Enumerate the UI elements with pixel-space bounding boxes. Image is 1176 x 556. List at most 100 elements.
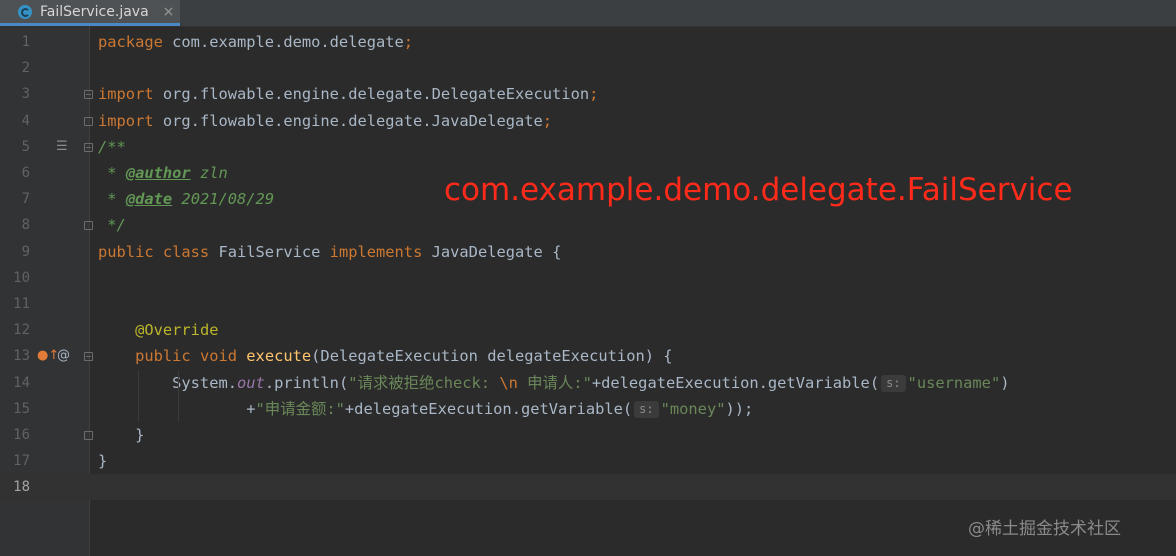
line-code: * @date 2021/08/29 bbox=[98, 186, 274, 212]
code-token: ; bbox=[403, 33, 414, 51]
code-token: public void bbox=[135, 347, 247, 366]
line-code: @Override bbox=[98, 317, 218, 343]
code-token: * bbox=[98, 190, 126, 209]
code-token: */ bbox=[98, 216, 126, 235]
code-line[interactable]: 10 bbox=[0, 265, 1176, 291]
fold-marker-icon[interactable] bbox=[84, 116, 93, 126]
code-token: import bbox=[98, 111, 163, 130]
fold-marker-icon[interactable] bbox=[84, 142, 93, 152]
code-token: implements bbox=[329, 242, 432, 261]
java-class-icon bbox=[18, 4, 32, 19]
code-token: \n bbox=[499, 373, 518, 392]
code-token: ; bbox=[589, 85, 599, 104]
code-line[interactable]: 14 System.out.println("请求被拒绝check: \n 申请… bbox=[0, 370, 1176, 396]
line-code: } bbox=[98, 422, 144, 448]
code-token: import bbox=[98, 85, 163, 104]
line-number[interactable]: 4 bbox=[0, 108, 30, 134]
code-token: System. bbox=[98, 373, 237, 392]
line-code: /** bbox=[98, 134, 126, 160]
line-number[interactable]: 17 bbox=[0, 448, 30, 474]
code-token: out bbox=[237, 373, 265, 392]
code-line[interactable]: 17} bbox=[0, 448, 1176, 474]
code-token: /** bbox=[98, 137, 126, 156]
line-number[interactable]: 3 bbox=[0, 81, 30, 107]
code-token: org.flowable.engine.delegate.JavaDelegat… bbox=[162, 111, 543, 130]
line-number[interactable]: 15 bbox=[0, 396, 30, 422]
line-number[interactable]: 2 bbox=[0, 55, 30, 81]
code-line[interactable]: 15 +"申请金额:"+delegateExecution.getVariabl… bbox=[0, 396, 1176, 422]
code-line[interactable]: 9 public class FailService implements Jav… bbox=[0, 239, 1176, 265]
close-icon[interactable]: × bbox=[163, 4, 175, 20]
line-code: import org.flowable.engine.delegate.Java… bbox=[98, 108, 552, 134]
tab-label: FailService.java bbox=[40, 3, 149, 20]
line-code: */ bbox=[98, 212, 126, 238]
code-line[interactable]: 13 public void execute(DelegateExecution… bbox=[0, 343, 1176, 369]
code-token: )); bbox=[725, 399, 754, 418]
line-number[interactable]: 14 bbox=[0, 370, 30, 396]
override-annotation-icon[interactable]: @ bbox=[57, 343, 70, 369]
fold-marker-icon[interactable] bbox=[84, 90, 93, 100]
parameter-hint: s: bbox=[881, 374, 906, 392]
line-code: } bbox=[98, 448, 107, 474]
line-code: System.out.println("请求被拒绝check: \n 申请人:"… bbox=[98, 370, 1010, 396]
line-number[interactable]: 12 bbox=[0, 317, 30, 343]
line-number[interactable]: 10 bbox=[0, 265, 30, 291]
line-number[interactable]: 13 bbox=[0, 343, 30, 369]
line-number[interactable]: 8 bbox=[0, 212, 30, 238]
code-token: + bbox=[98, 399, 256, 418]
line-number[interactable]: 1 bbox=[0, 29, 30, 55]
line-number[interactable]: 6 bbox=[0, 160, 30, 186]
line-code: * @author zln bbox=[98, 160, 228, 186]
code-token: "请求被拒绝check: bbox=[348, 373, 500, 392]
parameter-hint: s: bbox=[634, 400, 659, 418]
code-token: "username" bbox=[907, 373, 1001, 392]
indent-guide bbox=[138, 369, 139, 422]
code-line[interactable]: 3 import org.flowable.engine.delegate.Del… bbox=[0, 81, 1176, 107]
code-line[interactable]: 1 package com.example.demo.delegate; bbox=[0, 29, 1176, 55]
overlay-annotation: com.example.demo.delegate.FailService bbox=[444, 172, 1073, 208]
line-number[interactable]: 11 bbox=[0, 291, 30, 317]
code-token: ; bbox=[542, 111, 553, 130]
code-token: "申请金额:" bbox=[255, 399, 345, 418]
code-token: } bbox=[98, 452, 108, 471]
code-token: +delegateExecution.getVariable( bbox=[591, 373, 880, 392]
line-code: +"申请金额:"+delegateExecution.getVariable(s… bbox=[98, 396, 753, 422]
code-token: @Override bbox=[135, 321, 219, 340]
code-line[interactable]: 2 bbox=[0, 55, 1176, 81]
code-token: @date bbox=[125, 190, 173, 209]
code-token: 2021/08/29 bbox=[172, 190, 275, 209]
fold-marker-icon[interactable] bbox=[84, 352, 93, 362]
code-token: (DelegateExecution delegateExecution) { bbox=[311, 347, 673, 366]
code-line[interactable]: 16 } bbox=[0, 422, 1176, 448]
line-number[interactable]: 9 bbox=[0, 239, 30, 265]
code-line[interactable]: 4 import org.flowable.engine.delegate.Jav… bbox=[0, 108, 1176, 134]
code-token: +delegateExecution.getVariable( bbox=[344, 399, 633, 418]
watermark: @稀土掘金技术社区 bbox=[968, 519, 1121, 539]
code-line[interactable]: 11 bbox=[0, 291, 1176, 317]
code-token: execute bbox=[246, 347, 312, 366]
fold-marker-icon[interactable] bbox=[84, 431, 93, 440]
javadoc-icon[interactable]: ☰ bbox=[56, 134, 68, 160]
line-number[interactable]: 16 bbox=[0, 422, 30, 448]
code-line[interactable]: 5 /** bbox=[0, 134, 1176, 160]
fold-marker-icon[interactable] bbox=[84, 221, 93, 231]
code-token: } bbox=[98, 426, 145, 444]
line-code: public class FailService implements Java… bbox=[98, 239, 561, 265]
implements-method-icon[interactable]: ●↑ bbox=[37, 343, 59, 369]
line-number[interactable]: 5 bbox=[0, 134, 30, 160]
code-line[interactable]: 8 */ bbox=[0, 212, 1176, 238]
line-code: import org.flowable.engine.delegate.Dele… bbox=[98, 81, 598, 107]
line-number[interactable]: 7 bbox=[0, 186, 30, 212]
code-line[interactable]: 18 bbox=[0, 474, 1176, 501]
code-token: com.example.demo.delegate bbox=[172, 33, 404, 51]
code-line[interactable]: 12 @Override bbox=[0, 317, 1176, 343]
code-token: FailService bbox=[218, 242, 330, 261]
code-token: org.flowable.engine.delegate.DelegateExe… bbox=[162, 85, 590, 104]
indent-guide bbox=[178, 369, 179, 422]
line-number[interactable]: 18 bbox=[0, 474, 30, 500]
code-token: public class bbox=[98, 242, 219, 261]
line-code: package com.example.demo.delegate; bbox=[98, 29, 413, 55]
tab-failservice-java[interactable]: FailService.java × bbox=[0, 0, 180, 26]
